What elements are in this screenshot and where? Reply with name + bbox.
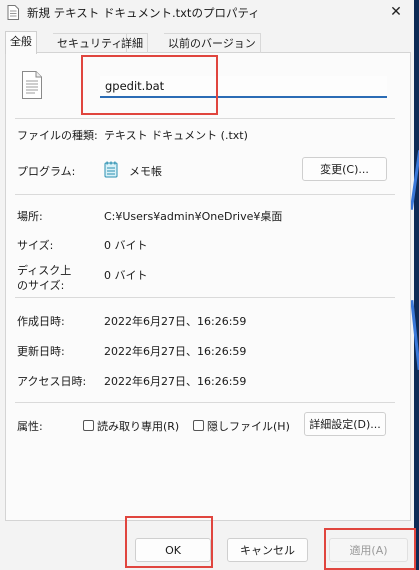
size-label: サイズ: (17, 239, 54, 252)
cancel-button[interactable]: キャンセル (227, 538, 308, 562)
program-value: メモ帳 (129, 165, 162, 178)
location-label: 場所: (17, 210, 43, 223)
highlight-box-apply (324, 528, 416, 570)
created-value: 2022年6月27日、16:26:59 (104, 315, 247, 328)
location-value: C:¥Users¥admin¥OneDrive¥桌面 (104, 210, 283, 223)
disk-size-label-line2: のサイズ: (17, 279, 65, 292)
notepad-icon (104, 161, 118, 178)
text-file-icon (22, 71, 42, 99)
highlight-box-ok (125, 516, 213, 568)
advanced-button[interactable]: 詳細設定(D)... (304, 412, 386, 436)
window-title: 新規 テキスト ドキュメント.txtのプロパティ (27, 6, 260, 20)
tab-details[interactable]: 詳細 (117, 33, 148, 53)
accessed-label: アクセス日時: (17, 375, 87, 388)
tab-previous-versions[interactable]: 以前のバージョン (164, 33, 261, 53)
divider (15, 194, 395, 195)
disk-size-value: 0 バイト (104, 269, 148, 282)
program-label: プログラム: (17, 165, 76, 178)
desktop-edge (414, 0, 419, 570)
divider (15, 297, 395, 298)
modified-label: 更新日時: (17, 345, 65, 358)
readonly-checkbox[interactable] (83, 420, 94, 431)
disk-size-label: ディスク上 のサイズ: (17, 263, 71, 293)
modified-value: 2022年6月27日、16:26:59 (104, 345, 247, 358)
attributes-label: 属性: (17, 420, 43, 433)
file-type-label: ファイルの種類: (17, 129, 98, 142)
readonly-label[interactable]: 読み取り専用(R) (97, 418, 179, 434)
highlight-box-filename (81, 55, 218, 115)
accessed-value: 2022年6月27日、16:26:59 (104, 375, 247, 388)
divider (15, 402, 395, 403)
hidden-label[interactable]: 隠しファイル(H) (207, 418, 290, 434)
size-value: 0 バイト (104, 239, 148, 252)
file-type-value: テキスト ドキュメント (.txt) (104, 129, 248, 142)
hidden-checkbox[interactable] (193, 420, 204, 431)
close-icon[interactable]: ✕ (384, 2, 408, 22)
created-label: 作成日時: (17, 315, 65, 328)
document-icon (7, 5, 19, 20)
tab-general[interactable]: 全般 (5, 31, 37, 54)
change-program-button[interactable]: 変更(C)... (302, 157, 387, 181)
divider (15, 118, 395, 119)
disk-size-label-line1: ディスク上 (17, 264, 72, 277)
